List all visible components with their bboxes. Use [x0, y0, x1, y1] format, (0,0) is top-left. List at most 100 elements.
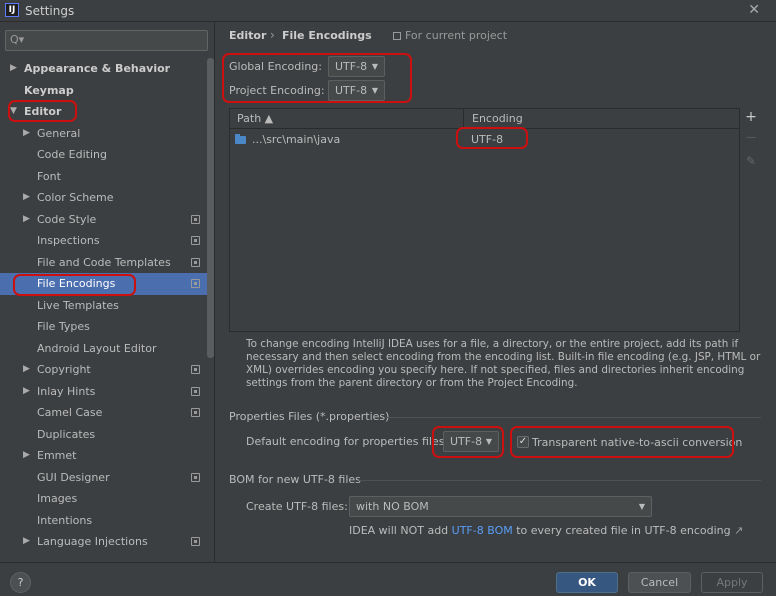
project-scope-icon	[191, 236, 200, 245]
chevron-right-icon[interactable]: ▶	[10, 58, 17, 80]
chevron-down-icon: ▼	[485, 437, 492, 446]
chevron-down-icon[interactable]: ▼	[10, 101, 17, 123]
chevron-right-icon[interactable]: ▶	[23, 359, 30, 381]
create-utf8-label: Create UTF-8 files:	[246, 500, 348, 513]
sidebar-item-file-and-code-templates[interactable]: File and Code Templates	[0, 252, 207, 274]
utf8-bom-link[interactable]: UTF-8 BOM	[452, 524, 513, 537]
close-icon[interactable]: ✕	[748, 2, 760, 18]
column-header-path[interactable]: Path ▲	[230, 109, 464, 129]
title-bar: IJ Settings ✕	[0, 0, 776, 22]
edit-icon[interactable]: ✎	[744, 154, 758, 170]
chevron-right-icon[interactable]: ▶	[23, 531, 30, 553]
bom-info-prefix: IDEA will NOT add	[349, 524, 449, 537]
intellij-logo-icon: IJ	[5, 3, 19, 17]
transparent-conversion-label[interactable]: Transparent native-to-ascii conversion	[532, 436, 742, 449]
sidebar-item-images[interactable]: Images	[0, 488, 207, 510]
sidebar-item-label: Images	[37, 492, 78, 505]
breadcrumb-page: File Encodings	[282, 29, 372, 42]
sidebar-item-code-style[interactable]: ▶ Code Style	[0, 209, 207, 231]
properties-section-title: Properties Files (*.properties)	[229, 410, 390, 423]
sidebar-item-label: Intentions	[37, 513, 93, 527]
cancel-button[interactable]: Cancel	[628, 572, 691, 593]
sidebar-item-duplicates[interactable]: Duplicates	[0, 424, 207, 446]
breadcrumb-separator: ›	[270, 28, 275, 42]
apply-button[interactable]: Apply	[701, 572, 763, 593]
sidebar-item-file-types[interactable]: File Types	[0, 316, 207, 338]
sidebar-item-inspections[interactable]: Inspections	[0, 230, 207, 252]
sidebar-item-language-injections[interactable]: ▶ Language Injections	[0, 531, 207, 553]
project-encoding-select[interactable]: UTF-8 ▼	[328, 80, 385, 101]
search-icon: Q▾	[10, 33, 25, 46]
sidebar-scrollbar[interactable]	[207, 58, 214, 358]
sidebar-item-live-templates[interactable]: Live Templates	[0, 295, 207, 317]
sidebar-item-label: Android Layout Editor	[37, 341, 157, 355]
dialog-footer: ? OK Cancel Apply	[0, 562, 776, 596]
settings-content: Editor › File Encodings For current proj…	[215, 22, 776, 562]
help-button[interactable]: ?	[10, 572, 31, 593]
sidebar-item-label: Language Injections	[37, 535, 148, 548]
sidebar-item-label: Editor	[24, 105, 62, 118]
project-scope-icon	[191, 537, 200, 546]
sidebar-item-keymap[interactable]: Keymap	[0, 80, 207, 102]
sidebar-item-font[interactable]: Font	[0, 166, 207, 188]
sidebar-item-label: Code Style	[37, 212, 97, 226]
ok-button[interactable]: OK	[556, 572, 618, 593]
project-encoding-label: Project Encoding:	[229, 84, 325, 97]
chevron-right-icon[interactable]: ▶	[23, 187, 30, 209]
chevron-right-icon[interactable]: ▶	[23, 445, 30, 467]
sidebar-item-appearance-behavior[interactable]: ▶ Appearance & Behavior	[0, 58, 207, 80]
sidebar-item-label: General	[37, 126, 81, 140]
sidebar-item-label: Camel Case	[37, 406, 103, 419]
project-scope-icon	[191, 365, 200, 374]
table-row[interactable]: ...\src\main\java UTF-8	[230, 130, 739, 150]
sidebar-item-camel-case[interactable]: Camel Case	[0, 402, 207, 424]
table-header: Path ▲ Encoding	[230, 109, 739, 129]
sidebar-item-label: GUI Designer	[37, 470, 110, 484]
sidebar-item-inlay-hints[interactable]: ▶ Inlay Hints	[0, 381, 207, 403]
breadcrumb-scope: For current project	[405, 29, 508, 42]
column-header-encoding[interactable]: Encoding	[464, 109, 739, 129]
sidebar-item-label: Copyright	[37, 363, 91, 376]
settings-sidebar: Q▾ ▶ Appearance & Behavior Keymap ▼ Editor ▶ G…	[0, 22, 215, 562]
add-icon[interactable]: +	[744, 109, 758, 125]
sidebar-item-file-encodings[interactable]: File Encodings	[0, 273, 207, 295]
chevron-down-icon: ▼	[371, 86, 378, 95]
sidebar-item-android-layout-editor[interactable]: Android Layout Editor	[0, 338, 207, 360]
sidebar-item-editor[interactable]: ▼ Editor	[0, 101, 207, 123]
project-scope-icon	[191, 279, 200, 288]
sidebar-item-emmet[interactable]: ▶ Emmet	[0, 445, 207, 467]
sidebar-item-code-editing[interactable]: Code Editing	[0, 144, 207, 166]
project-scope-icon	[191, 257, 200, 267]
breadcrumb-section[interactable]: Editor	[229, 29, 266, 42]
sidebar-item-label: Code Editing	[37, 148, 107, 161]
settings-tree: ▶ Appearance & Behavior Keymap ▼ Editor ▶ Gene…	[0, 58, 207, 553]
sidebar-item-copyright[interactable]: ▶ Copyright	[0, 359, 207, 381]
chevron-right-icon[interactable]: ▶	[23, 123, 30, 145]
global-encoding-select[interactable]: UTF-8 ▼	[328, 56, 385, 77]
global-encoding-value: UTF-8	[335, 60, 368, 73]
external-link-icon: ↗	[734, 524, 744, 537]
bom-select[interactable]: with NO BOM ▼	[349, 496, 652, 517]
bom-info-suffix: to every created file in UTF-8 encoding	[516, 524, 731, 537]
sidebar-item-label: Font	[37, 169, 61, 183]
properties-default-label: Default encoding for properties files	[246, 435, 445, 448]
row-encoding[interactable]: UTF-8	[471, 133, 503, 146]
chevron-right-icon[interactable]: ▶	[23, 381, 30, 403]
properties-encoding-select[interactable]: UTF-8 ▼	[443, 431, 499, 452]
search-input[interactable]	[28, 33, 203, 48]
transparent-conversion-checkbox[interactable]: ✓	[517, 436, 529, 448]
window-title: Settings	[25, 4, 75, 18]
sidebar-item-label: File and Code Templates	[37, 255, 171, 269]
remove-icon[interactable]: —	[744, 132, 758, 148]
encoding-help-text: To change encoding IntelliJ IDEA uses fo…	[246, 338, 761, 389]
bom-select-value: with NO BOM	[356, 500, 429, 513]
sidebar-item-color-scheme[interactable]: ▶ Color Scheme	[0, 187, 207, 209]
search-field[interactable]: Q▾	[5, 30, 208, 51]
bom-section-divider	[359, 480, 761, 481]
sidebar-item-general[interactable]: ▶ General	[0, 123, 207, 145]
project-encoding-value: UTF-8	[335, 84, 368, 97]
project-scope-icon	[393, 32, 401, 40]
sidebar-item-intentions[interactable]: Intentions	[0, 510, 207, 532]
chevron-right-icon[interactable]: ▶	[23, 209, 30, 231]
sidebar-item-gui-designer[interactable]: GUI Designer	[0, 467, 207, 489]
